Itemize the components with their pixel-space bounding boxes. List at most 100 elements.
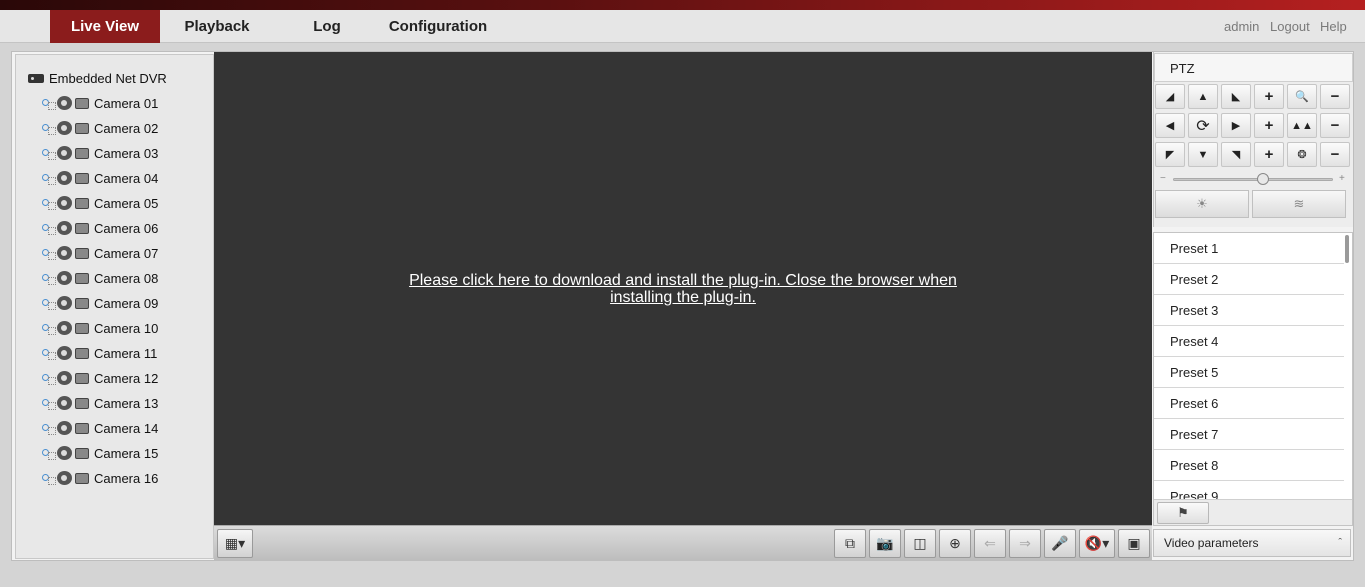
camera-row[interactable]: Camera 03 [41,144,158,162]
preset-item[interactable]: Preset 5 [1154,357,1344,388]
camera-label: Camera 06 [94,220,159,236]
camera-label: Camera 09 [94,295,159,311]
iris-open-button[interactable]: + [1254,142,1284,167]
arrow-up-left-icon: ◢ [1165,91,1175,103]
tab-live-view[interactable]: Live View [50,10,160,43]
ptz-up-left-button[interactable]: ◢ [1155,84,1185,109]
username-link[interactable]: admin [1224,10,1259,43]
preset-item[interactable]: Preset 6 [1154,388,1344,419]
camera-row[interactable]: Camera 13 [41,394,158,412]
camera-icon [57,146,72,160]
record-status-icon [75,422,89,434]
camera-row[interactable]: Camera 01 [41,94,158,112]
slider-knob[interactable] [1256,173,1269,185]
zoom-in-button[interactable]: + [1254,84,1284,109]
camera-label: Camera 10 [94,320,159,336]
focus-out-button[interactable]: − [1320,113,1350,138]
camera-row[interactable]: Camera 11 [41,344,157,362]
logout-link[interactable]: Logout [1270,10,1310,43]
camera-label: Camera 07 [94,245,159,261]
zoom-label-button: 🔍 [1287,84,1317,109]
iris-close-button[interactable]: − [1320,142,1350,167]
link-icon [41,372,56,385]
light-button[interactable]: ☀ [1155,190,1249,218]
next-page-button[interactable]: ⇒ [1009,529,1041,558]
preset-item[interactable]: Preset 8 [1154,450,1344,481]
video-area: Please click here to download and instal… [214,52,1152,525]
tab-log[interactable]: Log [292,10,362,43]
record-status-icon [75,122,89,134]
zoom-out-button[interactable]: − [1320,84,1350,109]
record-status-icon [75,247,89,259]
camera-row[interactable]: Camera 10 [41,319,158,337]
preset-item[interactable]: Preset 4 [1154,326,1344,357]
tree-root[interactable]: Embedded Net DVR [28,69,167,87]
tab-configuration[interactable]: Configuration [382,10,494,43]
preset-list: Preset 1 Preset 2 Preset 3 Preset 4 Preset 5… [1153,232,1353,526]
fullscreen-button[interactable]: ▣ [1118,529,1150,558]
link-icon [41,122,56,135]
plugin-download-link[interactable]: Please click here to download and instal… [399,272,967,306]
camera-icon [57,96,72,110]
camera-icon [57,246,72,260]
tab-playback[interactable]: Playback [168,10,266,43]
preset-item[interactable]: Preset 1 [1154,233,1344,264]
camera-row[interactable]: Camera 14 [41,419,158,437]
camera-row[interactable]: Camera 09 [41,294,158,312]
camera-row[interactable]: Camera 12 [41,369,158,387]
chevron-up-icon: ˆ [1338,537,1342,549]
ptz-right-button[interactable]: ▶ [1221,113,1251,138]
snapshot-button[interactable]: 📷 [869,529,901,558]
video-parameters-label: Video parameters [1164,536,1259,550]
preset-scrollbar[interactable] [1345,235,1349,263]
camera-icon [57,371,72,385]
video-parameters-toggle[interactable]: Video parameters ˆ [1153,529,1351,557]
plus-icon: + [1264,88,1274,105]
prev-page-button[interactable]: ⇐ [974,529,1006,558]
camera-row[interactable]: Camera 15 [41,444,158,462]
ptz-header[interactable]: PTZ [1154,53,1353,82]
camera-row[interactable]: Camera 05 [41,194,158,212]
camera-row[interactable]: Camera 04 [41,169,158,187]
stop-all-button[interactable]: ⧉ [834,529,866,558]
ptz-auto-button[interactable]: ⟳ [1188,113,1218,138]
ptz-left-button[interactable]: ◀ [1155,113,1185,138]
ptz-up-button[interactable]: ▲ [1188,84,1218,109]
ptz-down-button[interactable]: ▼ [1188,142,1218,167]
link-icon [41,472,56,485]
camera-row[interactable]: Camera 16 [41,469,158,487]
tree-root-label: Embedded Net DVR [49,70,167,86]
record-status-icon [75,172,89,184]
preset-item[interactable]: Preset 2 [1154,264,1344,295]
layout-select-button[interactable]: ▦▾ [217,529,253,558]
device-tree: Embedded Net DVR Camera 01 Camera 02 Camer… [15,54,214,559]
preset-footer: ⚑ [1154,499,1352,525]
camera-label: Camera 13 [94,395,159,411]
record-button[interactable]: ◫ [904,529,936,558]
camera-row[interactable]: Camera 02 [41,119,158,137]
record-status-icon [75,372,89,384]
camera-row[interactable]: Camera 06 [41,219,158,237]
record-icon: ◫ [913,535,927,551]
audio-button[interactable]: 🔇▾ [1079,529,1115,558]
ptz-panel: PTZ ◢ ▲ ◣ + 🔍 − ◀ ⟳ ▶ + ▲▲ − ◤ ▼ ◥ + ❂ −… [1153,52,1353,227]
wiper-icon: ≋ [1293,196,1305,211]
preset-call-button[interactable]: ⚑ [1157,502,1209,524]
preset-item[interactable]: Preset 3 [1154,295,1344,326]
ptz-down-right-button[interactable]: ◥ [1221,142,1251,167]
camera-label: Camera 16 [94,470,159,486]
ptz-down-left-button[interactable]: ◤ [1155,142,1185,167]
minus-icon: − [1330,117,1340,134]
ptz-up-right-button[interactable]: ◣ [1221,84,1251,109]
ptz-speed-slider[interactable]: − + [1157,173,1350,185]
microphone-button[interactable]: 🎤 [1044,529,1076,558]
camera-row[interactable]: Camera 08 [41,269,158,287]
digital-zoom-button[interactable]: ⊕ [939,529,971,558]
preset-item[interactable]: Preset 7 [1154,419,1344,450]
focus-in-button[interactable]: + [1254,113,1284,138]
camera-icon [57,321,72,335]
wiper-button[interactable]: ≋ [1252,190,1346,218]
help-link[interactable]: Help [1320,10,1347,43]
iris-icon: ❂ [1297,149,1307,161]
camera-row[interactable]: Camera 07 [41,244,158,262]
